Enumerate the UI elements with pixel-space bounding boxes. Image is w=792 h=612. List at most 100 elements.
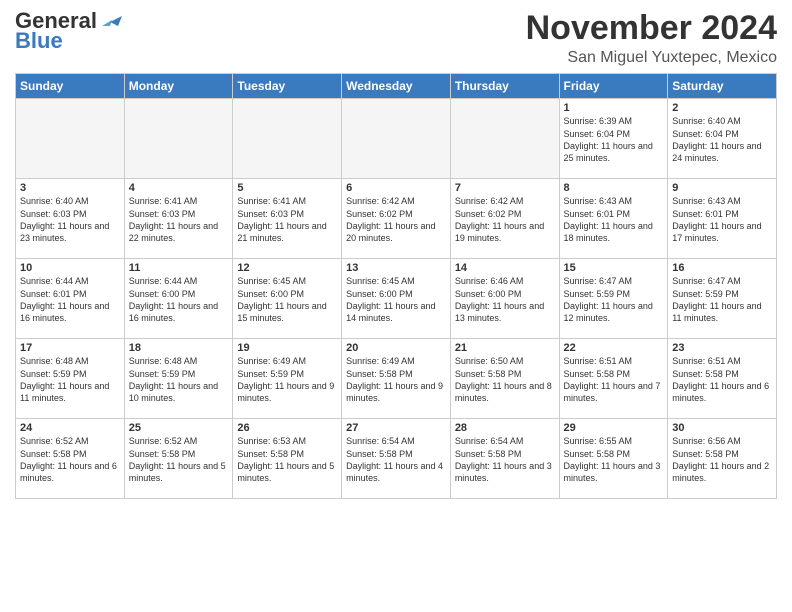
table-row <box>124 99 233 179</box>
table-row: 23Sunrise: 6:51 AM Sunset: 5:58 PM Dayli… <box>668 339 777 419</box>
table-row: 30Sunrise: 6:56 AM Sunset: 5:58 PM Dayli… <box>668 419 777 499</box>
cell-info: Sunrise: 6:49 AM Sunset: 5:58 PM Dayligh… <box>346 355 446 404</box>
col-tuesday: Tuesday <box>233 74 342 99</box>
day-number: 25 <box>129 422 229 434</box>
logo-blue: Blue <box>15 30 63 52</box>
col-friday: Friday <box>559 74 668 99</box>
cell-info: Sunrise: 6:42 AM Sunset: 6:02 PM Dayligh… <box>455 195 555 244</box>
cell-info: Sunrise: 6:56 AM Sunset: 5:58 PM Dayligh… <box>672 435 772 484</box>
day-number: 9 <box>672 182 772 194</box>
day-number: 26 <box>237 422 337 434</box>
table-row: 5Sunrise: 6:41 AM Sunset: 6:03 PM Daylig… <box>233 179 342 259</box>
cell-info: Sunrise: 6:46 AM Sunset: 6:00 PM Dayligh… <box>455 275 555 324</box>
table-row <box>233 99 342 179</box>
table-row: 12Sunrise: 6:45 AM Sunset: 6:00 PM Dayli… <box>233 259 342 339</box>
table-row: 13Sunrise: 6:45 AM Sunset: 6:00 PM Dayli… <box>342 259 451 339</box>
day-number: 21 <box>455 342 555 354</box>
day-number: 12 <box>237 262 337 274</box>
cell-info: Sunrise: 6:48 AM Sunset: 5:59 PM Dayligh… <box>20 355 120 404</box>
table-row: 28Sunrise: 6:54 AM Sunset: 5:58 PM Dayli… <box>450 419 559 499</box>
location-subtitle: San Miguel Yuxtepec, Mexico <box>526 49 777 67</box>
cell-info: Sunrise: 6:47 AM Sunset: 5:59 PM Dayligh… <box>672 275 772 324</box>
table-row: 7Sunrise: 6:42 AM Sunset: 6:02 PM Daylig… <box>450 179 559 259</box>
day-number: 10 <box>20 262 120 274</box>
cell-info: Sunrise: 6:45 AM Sunset: 6:00 PM Dayligh… <box>346 275 446 324</box>
table-row <box>450 99 559 179</box>
col-sunday: Sunday <box>16 74 125 99</box>
table-row: 14Sunrise: 6:46 AM Sunset: 6:00 PM Dayli… <box>450 259 559 339</box>
table-row: 22Sunrise: 6:51 AM Sunset: 5:58 PM Dayli… <box>559 339 668 419</box>
day-number: 2 <box>672 102 772 114</box>
col-wednesday: Wednesday <box>342 74 451 99</box>
day-number: 20 <box>346 342 446 354</box>
cell-info: Sunrise: 6:54 AM Sunset: 5:58 PM Dayligh… <box>455 435 555 484</box>
table-row: 16Sunrise: 6:47 AM Sunset: 5:59 PM Dayli… <box>668 259 777 339</box>
day-number: 1 <box>564 102 664 114</box>
cell-info: Sunrise: 6:50 AM Sunset: 5:58 PM Dayligh… <box>455 355 555 404</box>
day-number: 5 <box>237 182 337 194</box>
cell-info: Sunrise: 6:44 AM Sunset: 6:01 PM Dayligh… <box>20 275 120 324</box>
day-number: 24 <box>20 422 120 434</box>
day-number: 22 <box>564 342 664 354</box>
day-number: 13 <box>346 262 446 274</box>
table-row: 18Sunrise: 6:48 AM Sunset: 5:59 PM Dayli… <box>124 339 233 419</box>
day-number: 16 <box>672 262 772 274</box>
cell-info: Sunrise: 6:39 AM Sunset: 6:04 PM Dayligh… <box>564 115 664 164</box>
cell-info: Sunrise: 6:55 AM Sunset: 5:58 PM Dayligh… <box>564 435 664 484</box>
day-number: 15 <box>564 262 664 274</box>
logo-wing-icon <box>100 12 122 30</box>
col-monday: Monday <box>124 74 233 99</box>
cell-info: Sunrise: 6:44 AM Sunset: 6:00 PM Dayligh… <box>129 275 229 324</box>
day-number: 17 <box>20 342 120 354</box>
table-row: 9Sunrise: 6:43 AM Sunset: 6:01 PM Daylig… <box>668 179 777 259</box>
table-row: 3Sunrise: 6:40 AM Sunset: 6:03 PM Daylig… <box>16 179 125 259</box>
table-row <box>342 99 451 179</box>
table-row: 6Sunrise: 6:42 AM Sunset: 6:02 PM Daylig… <box>342 179 451 259</box>
page-container: General Blue November 2024 San Miguel Yu… <box>0 0 792 504</box>
day-number: 4 <box>129 182 229 194</box>
table-row <box>16 99 125 179</box>
cell-info: Sunrise: 6:42 AM Sunset: 6:02 PM Dayligh… <box>346 195 446 244</box>
day-number: 6 <box>346 182 446 194</box>
table-row: 1Sunrise: 6:39 AM Sunset: 6:04 PM Daylig… <box>559 99 668 179</box>
cell-info: Sunrise: 6:49 AM Sunset: 5:59 PM Dayligh… <box>237 355 337 404</box>
table-row: 24Sunrise: 6:52 AM Sunset: 5:58 PM Dayli… <box>16 419 125 499</box>
calendar-header-row: Sunday Monday Tuesday Wednesday Thursday… <box>16 74 777 99</box>
calendar-week-row: 24 Sunrise: 6:52 AM Sunset: 5:58 PM Dayli… <box>16 419 777 499</box>
cell-info: Sunrise: 6:51 AM Sunset: 5:58 PM Dayligh… <box>564 355 664 404</box>
table-row: 19Sunrise: 6:49 AM Sunset: 5:59 PM Dayli… <box>233 339 342 419</box>
day-number: 23 <box>672 342 772 354</box>
header: General Blue November 2024 San Miguel Yu… <box>15 10 777 67</box>
table-row: 20Sunrise: 6:49 AM Sunset: 5:58 PM Dayli… <box>342 339 451 419</box>
cell-info: Sunrise: 6:41 AM Sunset: 6:03 PM Dayligh… <box>237 195 337 244</box>
cell-info: Sunrise: 6:40 AM Sunset: 6:04 PM Dayligh… <box>672 115 772 164</box>
logo: General Blue <box>15 10 122 52</box>
day-number: 7 <box>455 182 555 194</box>
table-row: 8Sunrise: 6:43 AM Sunset: 6:01 PM Daylig… <box>559 179 668 259</box>
col-thursday: Thursday <box>450 74 559 99</box>
cell-info: Sunrise: 6:41 AM Sunset: 6:03 PM Dayligh… <box>129 195 229 244</box>
day-number: 28 <box>455 422 555 434</box>
day-number: 14 <box>455 262 555 274</box>
day-number: 19 <box>237 342 337 354</box>
table-row: 27Sunrise: 6:54 AM Sunset: 5:58 PM Dayli… <box>342 419 451 499</box>
table-row: 29Sunrise: 6:55 AM Sunset: 5:58 PM Dayli… <box>559 419 668 499</box>
cell-info: Sunrise: 6:43 AM Sunset: 6:01 PM Dayligh… <box>564 195 664 244</box>
day-number: 30 <box>672 422 772 434</box>
cell-info: Sunrise: 6:51 AM Sunset: 5:58 PM Dayligh… <box>672 355 772 404</box>
cell-info: Sunrise: 6:48 AM Sunset: 5:59 PM Dayligh… <box>129 355 229 404</box>
day-number: 29 <box>564 422 664 434</box>
table-row: 21Sunrise: 6:50 AM Sunset: 5:58 PM Dayli… <box>450 339 559 419</box>
table-row: 26Sunrise: 6:53 AM Sunset: 5:58 PM Dayli… <box>233 419 342 499</box>
table-row: 11Sunrise: 6:44 AM Sunset: 6:00 PM Dayli… <box>124 259 233 339</box>
cell-info: Sunrise: 6:53 AM Sunset: 5:58 PM Dayligh… <box>237 435 337 484</box>
day-number: 27 <box>346 422 446 434</box>
cell-info: Sunrise: 6:52 AM Sunset: 5:58 PM Dayligh… <box>129 435 229 484</box>
cell-info: Sunrise: 6:40 AM Sunset: 6:03 PM Dayligh… <box>20 195 120 244</box>
day-number: 11 <box>129 262 229 274</box>
calendar-table: Sunday Monday Tuesday Wednesday Thursday… <box>15 73 777 499</box>
calendar-week-row: 3Sunrise: 6:40 AM Sunset: 6:03 PM Daylig… <box>16 179 777 259</box>
table-row: 17Sunrise: 6:48 AM Sunset: 5:59 PM Dayli… <box>16 339 125 419</box>
cell-info: Sunrise: 6:43 AM Sunset: 6:01 PM Dayligh… <box>672 195 772 244</box>
table-row: 15Sunrise: 6:47 AM Sunset: 5:59 PM Dayli… <box>559 259 668 339</box>
